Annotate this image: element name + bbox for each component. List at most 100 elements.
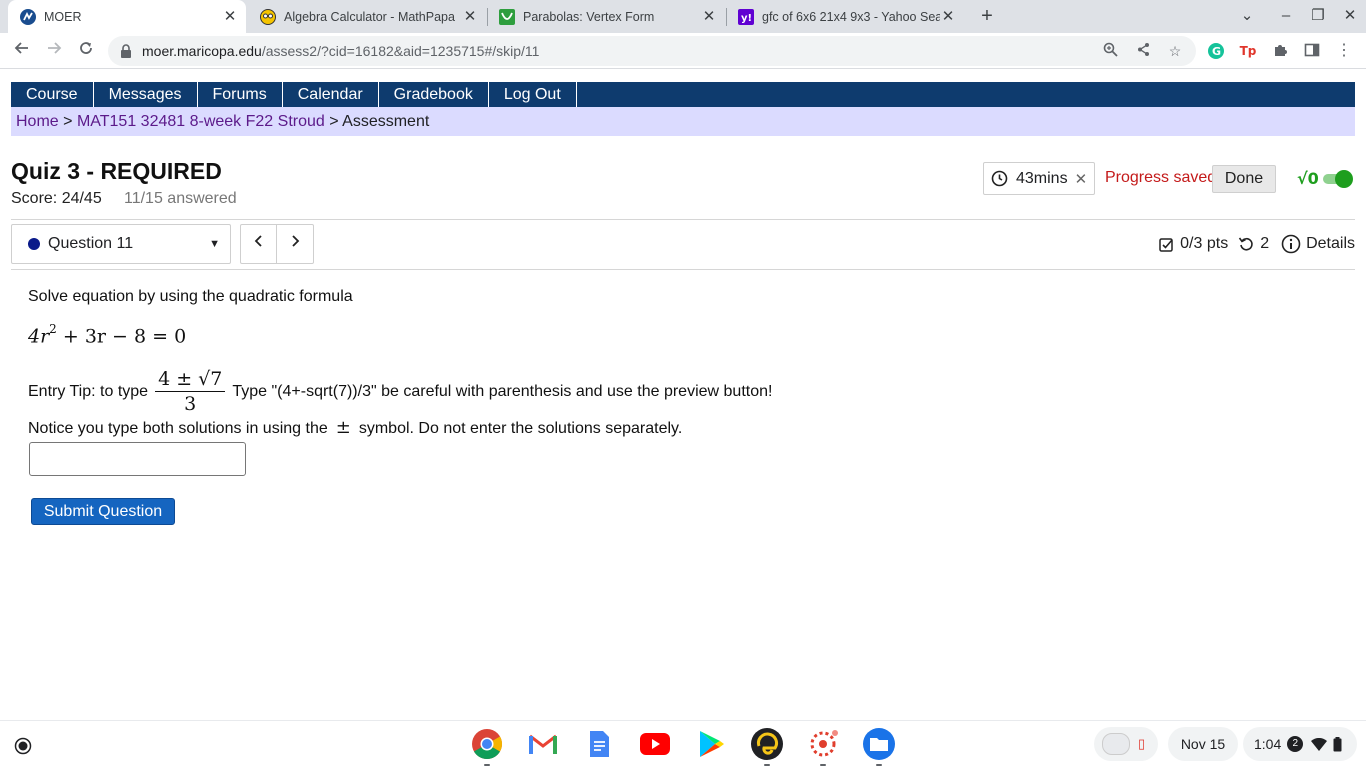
- question-select-label: Question 11: [48, 235, 134, 252]
- address-bar[interactable]: moer.maricopa.edu/assess2/?cid=16182&aid…: [108, 36, 1196, 66]
- canvas-app-icon[interactable]: [807, 728, 839, 760]
- info-icon[interactable]: [1281, 234, 1301, 254]
- points-text: 0/3 pts: [1180, 235, 1229, 252]
- parabolas-favicon-icon: [499, 8, 515, 25]
- nav-calendar[interactable]: Calendar: [283, 82, 379, 107]
- edge-app-icon[interactable]: [751, 728, 783, 760]
- timer-box: 43mins ✕: [983, 162, 1095, 195]
- svg-text:y!: y!: [741, 13, 752, 24]
- tab-mathpapa[interactable]: Algebra Calculator - MathPapa ✕: [248, 0, 486, 33]
- holding-space-icon: [1102, 733, 1130, 755]
- url-text[interactable]: moer.maricopa.edu/assess2/?cid=16182&aid…: [142, 43, 539, 59]
- launcher-icon[interactable]: [8, 731, 38, 761]
- math-entry-toggle[interactable]: √0: [1297, 166, 1353, 190]
- answered-count: 11/15 answered: [124, 190, 237, 207]
- breadcrumb: Home > MAT151 32481 8-week F22 Stroud > …: [11, 107, 1355, 136]
- tab-search-icon[interactable]: ⌄: [1237, 6, 1257, 26]
- tab-title: Parabolas: Vertex Form: [523, 9, 655, 24]
- forward-arrow-icon[interactable]: [43, 40, 65, 62]
- minimize-icon[interactable]: –: [1276, 6, 1296, 26]
- url-path: /assess2/?cid=16182&aid=1235715#/skip/11: [261, 43, 540, 59]
- notification-count-badge: 2: [1287, 736, 1304, 752]
- clock-time: 1:04: [1254, 736, 1282, 752]
- close-tab-icon[interactable]: ✕: [701, 8, 717, 25]
- grammarly-icon[interactable]: G: [1207, 42, 1225, 60]
- done-button[interactable]: Done: [1212, 165, 1276, 193]
- breadcrumb-course[interactable]: MAT151 32481 8-week F22 Stroud: [77, 113, 325, 130]
- clock-icon: [991, 170, 1008, 187]
- question-meta: 0/3 pts 2 Details: [1159, 234, 1355, 254]
- files-app-icon[interactable]: [863, 728, 895, 760]
- sqrt-label: √0: [1297, 168, 1319, 188]
- screen-capture-icon: ▯: [1138, 736, 1146, 751]
- tp-extension-icon[interactable]: Tp: [1239, 42, 1257, 60]
- running-indicator: [764, 764, 770, 766]
- chevron-right-icon: [292, 235, 300, 247]
- close-tab-icon[interactable]: ✕: [222, 8, 238, 25]
- tip-prefix: Entry Tip: to type: [28, 382, 149, 400]
- tab-moer[interactable]: MOER ✕: [8, 0, 246, 33]
- running-indicator: [876, 764, 882, 766]
- breadcrumb-separator: >: [329, 113, 339, 130]
- docs-app-icon[interactable]: [583, 728, 615, 760]
- nav-gradebook[interactable]: Gradebook: [379, 82, 489, 107]
- toggle-switch[interactable]: [1322, 170, 1353, 188]
- extensions-puzzle-icon[interactable]: [1271, 42, 1289, 60]
- page-title: Quiz 3 - REQUIRED: [11, 158, 222, 184]
- divider: [11, 269, 1355, 270]
- progress-saved-status: Progress saved: [1105, 169, 1217, 186]
- youtube-app-icon[interactable]: [639, 728, 671, 760]
- lock-icon[interactable]: [120, 44, 132, 63]
- submit-question-button[interactable]: Submit Question: [31, 498, 175, 525]
- notice-suffix: symbol. Do not enter the solutions separ…: [358, 420, 683, 437]
- yahoo-favicon-icon: y!: [738, 8, 754, 25]
- status-tray[interactable]: 1:04 2: [1243, 727, 1357, 761]
- retries-count: 2: [1260, 235, 1270, 252]
- new-tab-icon[interactable]: +: [977, 6, 997, 26]
- back-arrow-icon[interactable]: [11, 40, 33, 62]
- equation-exponent: 2: [49, 322, 57, 336]
- question-select[interactable]: Question 11 ▼: [11, 224, 231, 264]
- breadcrumb-home[interactable]: Home: [16, 113, 59, 130]
- play-store-app-icon[interactable]: [695, 728, 727, 760]
- side-panel-icon[interactable]: [1303, 42, 1321, 60]
- share-icon[interactable]: [1134, 42, 1152, 60]
- close-timer-icon[interactable]: ✕: [1075, 170, 1088, 188]
- nav-course[interactable]: Course: [11, 82, 94, 107]
- site-nav-bar: Course Messages Forums Calendar Gradeboo…: [11, 82, 1355, 107]
- answer-input[interactable]: [29, 442, 246, 476]
- question-prompt: Solve equation by using the quadratic fo…: [28, 288, 353, 305]
- restore-icon[interactable]: ❐: [1308, 6, 1328, 26]
- tab-yahoo[interactable]: y! gfc of 6x6 21x4 9x3 - Yahoo Sea ✕: [726, 0, 964, 33]
- close-tab-icon[interactable]: ✕: [462, 8, 478, 25]
- reload-icon[interactable]: [75, 40, 97, 62]
- tab-parabolas[interactable]: Parabolas: Vertex Form ✕: [487, 0, 725, 33]
- url-host: moer.maricopa.edu: [142, 43, 262, 59]
- nav-messages[interactable]: Messages: [94, 82, 198, 107]
- svg-text:G: G: [1212, 45, 1221, 58]
- tip-fraction: 4 ± √7 3: [155, 368, 226, 415]
- previous-question-button[interactable]: [240, 224, 277, 264]
- date-tray[interactable]: Nov 15: [1168, 727, 1238, 761]
- tip-suffix: Type "(4+-sqrt(7))/3" be careful with pa…: [232, 382, 773, 400]
- nav-logout[interactable]: Log Out: [489, 82, 577, 107]
- details-link[interactable]: Details: [1306, 235, 1355, 253]
- timer-text: 43mins: [1016, 169, 1068, 187]
- moer-favicon-icon: [20, 8, 36, 25]
- divider: [11, 219, 1355, 220]
- equation-term: 4r: [28, 325, 50, 348]
- nav-forums[interactable]: Forums: [198, 82, 283, 107]
- chrome-app-icon[interactable]: [471, 728, 503, 760]
- notice-prefix: Notice you type both solutions in using …: [28, 420, 328, 437]
- os-shelf: [0, 720, 1366, 768]
- more-menu-icon[interactable]: ⋮: [1335, 42, 1353, 60]
- close-tab-icon[interactable]: ✕: [940, 8, 956, 25]
- close-window-icon[interactable]: ✕: [1340, 6, 1360, 26]
- retry-icon: [1238, 236, 1254, 252]
- next-question-button[interactable]: [277, 224, 314, 264]
- holding-space-tray[interactable]: ▯: [1094, 727, 1158, 761]
- gmail-app-icon[interactable]: [527, 728, 559, 760]
- zoom-icon[interactable]: [1101, 42, 1119, 60]
- bookmark-star-icon[interactable]: ☆: [1166, 42, 1184, 60]
- mathpapa-favicon-icon: [260, 8, 276, 25]
